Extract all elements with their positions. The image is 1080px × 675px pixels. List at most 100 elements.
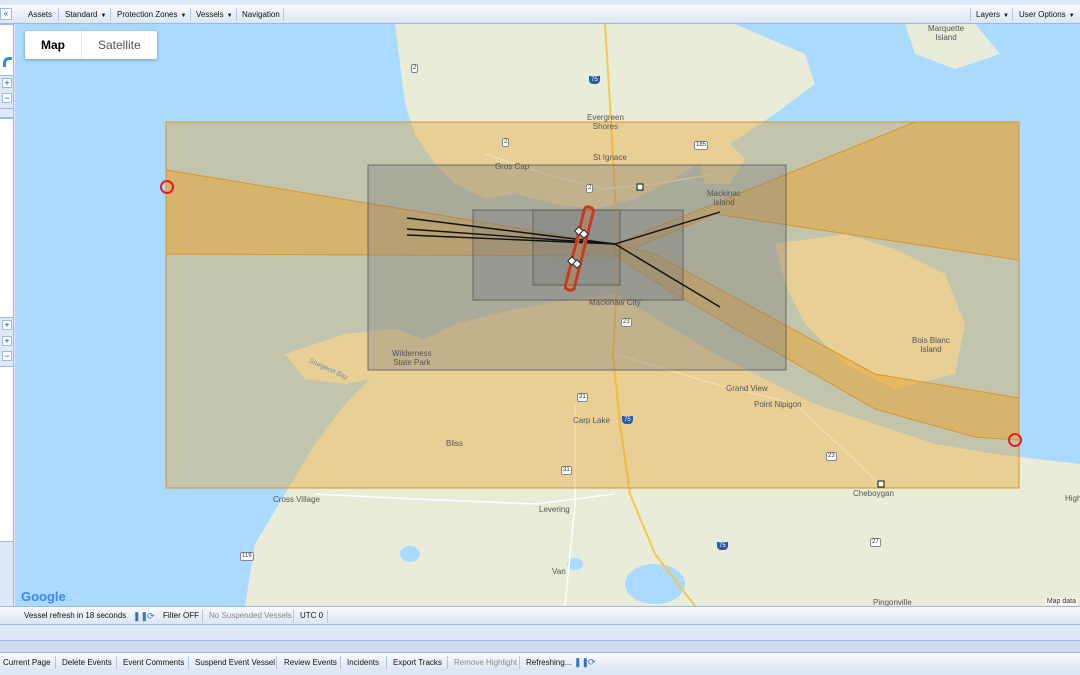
vessel-refresh-status: Vessel refresh in 18 seconds [24, 611, 127, 620]
place-label: Cheboygan [853, 489, 894, 498]
map-status-bar: Vessel refresh in 18 seconds ❚❚ ⟳ Filter… [0, 606, 1080, 625]
collapse-minus-icon[interactable]: − [2, 93, 12, 103]
review-events-button[interactable]: Review Events [284, 653, 337, 672]
left-collapsed-panel: + − + + − + [0, 24, 14, 624]
route-shield: 2 [502, 138, 510, 147]
refresh-icon[interactable]: ⟳ [145, 607, 157, 625]
route-shield: 23 [826, 452, 837, 461]
place-label: Wilderness State Park [392, 349, 432, 367]
place-label: St Ignace [593, 153, 627, 162]
filter-toggle-button[interactable]: Filter OFF [163, 607, 199, 625]
route-shield: 119 [240, 552, 254, 561]
place-label: Cross Village [273, 495, 320, 504]
expand-plus-icon[interactable]: + [2, 78, 12, 88]
remove-highlight-button[interactable]: Remove Highlight [454, 653, 517, 672]
chevron-down-icon: ▼ [1068, 13, 1075, 19]
route-shield: 23 [621, 318, 632, 327]
user-options-menu-button[interactable]: User Options ▼ [1015, 5, 1079, 24]
toolbar-divider [327, 610, 328, 623]
panel-logo-area [0, 24, 13, 76]
chevron-down-icon: ▼ [180, 13, 187, 19]
map-type-map-button[interactable]: Map [25, 31, 81, 59]
panel-content [0, 366, 13, 542]
toolbar-divider [293, 610, 294, 623]
chevron-down-icon: ▼ [100, 13, 107, 19]
toolbar-divider [447, 656, 448, 669]
toolbar-divider [190, 8, 191, 21]
standard-menu-button[interactable]: Standard ▼ [61, 5, 110, 24]
poi-marker [877, 480, 885, 488]
google-logo: Google [21, 589, 66, 604]
map-layer [160, 24, 1080, 606]
route-shield: 31 [577, 393, 588, 402]
utc-offset-status: UTC 0 [300, 611, 324, 620]
delete-events-button[interactable]: Delete Events [62, 653, 112, 672]
collapse-minus-icon[interactable]: − [2, 351, 12, 361]
toolbar-divider [519, 656, 520, 669]
route-shield: 2 [586, 184, 594, 193]
interstate-shield: 75 [717, 542, 728, 550]
interstate-shield: 75 [589, 76, 600, 84]
toolbar-divider [340, 656, 341, 669]
events-panel-header [0, 640, 1080, 652]
place-label: Mackinaw City [589, 298, 641, 307]
route-shield: 31 [561, 466, 572, 475]
map-attribution[interactable]: Map data [1044, 598, 1078, 605]
chevron-down-icon: ▼ [226, 13, 233, 19]
panel-header [0, 108, 13, 118]
toolbar-divider [283, 8, 284, 21]
place-label: Van [552, 567, 566, 576]
place-label: Gros Cap [495, 162, 530, 171]
assets-menu-button[interactable]: Assets [24, 5, 56, 24]
toolbar-divider [1012, 8, 1013, 21]
toolbar-divider [116, 656, 117, 669]
lake-patch [625, 564, 685, 604]
suspended-vessels-status: No Suspended Vessels [209, 611, 292, 620]
expand-plus-icon[interactable]: + [2, 336, 12, 346]
toolbar-divider [55, 656, 56, 669]
route-shield: 27 [870, 538, 881, 547]
map-type-satellite-button[interactable]: Satellite [81, 31, 157, 59]
map-canvas[interactable]: Map Satellite Marquette Island Evergreen… [15, 24, 1080, 606]
refresh-icon[interactable]: ⟳ [586, 653, 598, 672]
place-label: Bliss [446, 439, 463, 448]
place-label: Marquette Island [928, 24, 965, 42]
place-label: Pingonville [873, 598, 912, 606]
protection-zones-menu-button[interactable]: Protection Zones ▼ [113, 5, 190, 24]
place-label: Bois Blanc Island [912, 336, 950, 354]
toolbar-divider [58, 8, 59, 21]
chevron-down-icon: ▼ [1003, 13, 1009, 19]
vessels-menu-button[interactable]: Vessels ▼ [192, 5, 237, 24]
map-type-toggle: Map Satellite [25, 31, 157, 59]
place-label: Grand View [726, 384, 768, 393]
toolbar-divider [188, 656, 189, 669]
toolbar-divider [386, 656, 387, 669]
suspend-event-vessel-button[interactable]: Suspend Event Vessel [195, 653, 275, 672]
toolbar-divider [110, 8, 111, 21]
events-toolbar: Current Page Delete Events Event Comment… [0, 652, 1080, 671]
refreshing-status: Refreshing... [526, 658, 572, 667]
lake-patch [400, 546, 420, 562]
collapse-panel-icon[interactable]: « [0, 8, 12, 20]
current-page-button[interactable]: Current Page [3, 653, 51, 672]
place-label: High [1065, 494, 1080, 503]
place-label: Carp Lake [573, 416, 610, 425]
poi-marker [636, 183, 644, 191]
place-label: Evergreen Shores [587, 113, 624, 131]
logo-icon [3, 57, 12, 67]
route-shield: 185 [694, 141, 709, 150]
place-label: Mackinac Island [707, 189, 741, 207]
layers-menu-button[interactable]: Layers ▼ [972, 5, 1013, 24]
panel-content [0, 118, 13, 318]
interstate-shield: 75 [622, 416, 633, 424]
toolbar-divider [236, 8, 237, 21]
export-tracks-button[interactable]: Export Tracks [393, 653, 442, 672]
expand-plus-icon[interactable]: + [2, 320, 12, 330]
place-label: Levering [539, 505, 570, 514]
toolbar-divider [276, 656, 277, 669]
route-shield: 2 [411, 64, 419, 73]
navigation-menu-button[interactable]: Navigation [238, 5, 284, 24]
event-comments-button[interactable]: Event Comments [123, 653, 184, 672]
top-toolbar: « Assets Standard ▼ Protection Zones ▼ Ves… [0, 5, 1080, 24]
incidents-button[interactable]: Incidents [347, 653, 379, 672]
